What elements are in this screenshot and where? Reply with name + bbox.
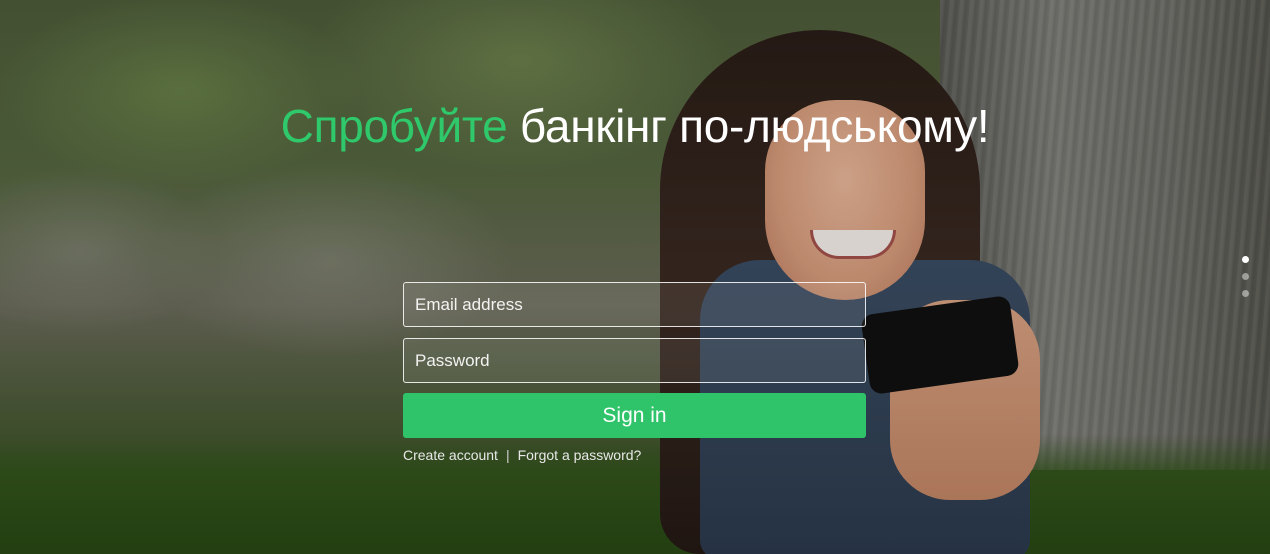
login-form: Sign in Create account | Forgot a password… — [403, 282, 866, 463]
headline-rest-text: банкінг по-людському! — [519, 100, 990, 152]
headline-accent-text: Спробуйте — [280, 100, 508, 152]
link-separator: | — [505, 447, 510, 463]
hero-headline: Спробуйте банкінг по-людському! — [0, 96, 1270, 156]
email-field[interactable] — [403, 282, 866, 327]
forgot-password-link[interactable]: Forgot a password? — [518, 447, 642, 463]
password-field[interactable] — [403, 338, 866, 383]
hero-section: Спробуйте банкінг по-людському! Sign in … — [0, 0, 1270, 554]
create-account-link[interactable]: Create account — [403, 447, 498, 463]
slider-pagination — [1242, 256, 1252, 307]
form-links: Create account | Forgot a password? — [403, 447, 866, 463]
slider-dot-1[interactable] — [1242, 256, 1249, 263]
sign-in-button[interactable]: Sign in — [403, 393, 866, 438]
slider-dot-2[interactable] — [1242, 273, 1249, 280]
slider-dot-3[interactable] — [1242, 290, 1249, 297]
